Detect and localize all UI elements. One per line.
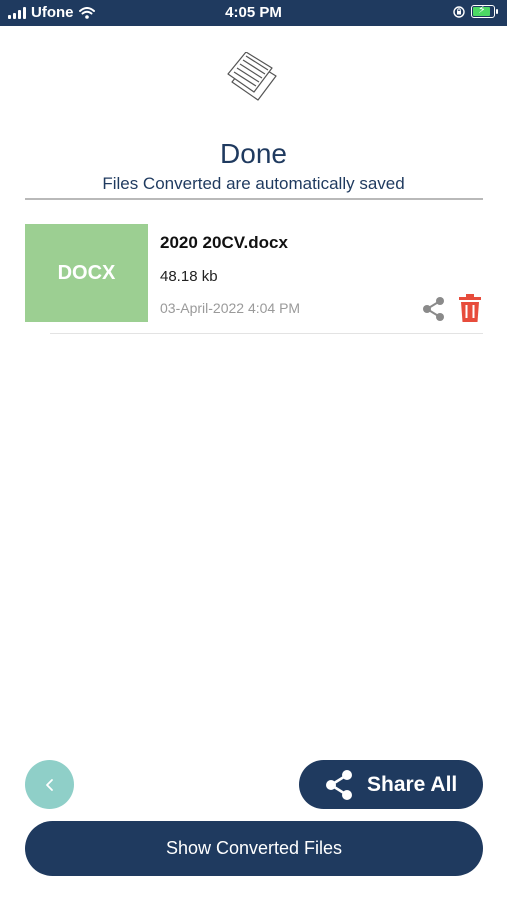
file-name: 2020 20CV.docx <box>160 233 288 252</box>
row-divider <box>50 333 483 334</box>
status-right: ⚡ <box>453 4 498 18</box>
share-all-label: Share All <box>367 772 458 796</box>
share-icon <box>326 769 352 800</box>
orientation-lock-icon <box>453 5 465 18</box>
share-all-button[interactable]: Share All <box>299 760 483 809</box>
trash-icon[interactable] <box>459 294 481 322</box>
back-button[interactable] <box>25 760 74 809</box>
file-date: 03-April-2022 4:04 PM <box>160 300 301 316</box>
file-list-item[interactable]: DOCX 2020 20CV.docx 48.18 kb 03-April-20… <box>25 224 483 336</box>
chevron-left-icon <box>45 778 53 791</box>
share-icon[interactable] <box>421 296 447 322</box>
status-time: 4:05 PM <box>225 4 282 21</box>
page-subtitle: Files Converted are automatically saved <box>102 174 405 193</box>
page-title: Done <box>220 138 287 169</box>
show-converted-files-button[interactable]: Show Converted Files <box>25 821 483 876</box>
header-divider <box>25 198 483 200</box>
battery-charging-icon: ⚡ <box>471 4 498 18</box>
file-type-thumbnail: DOCX <box>25 224 148 322</box>
file-size: 48.18 kb <box>160 268 218 285</box>
documents-icon <box>227 52 277 101</box>
status-bar: Ufone 4:05 PM ⚡ <box>0 0 507 26</box>
